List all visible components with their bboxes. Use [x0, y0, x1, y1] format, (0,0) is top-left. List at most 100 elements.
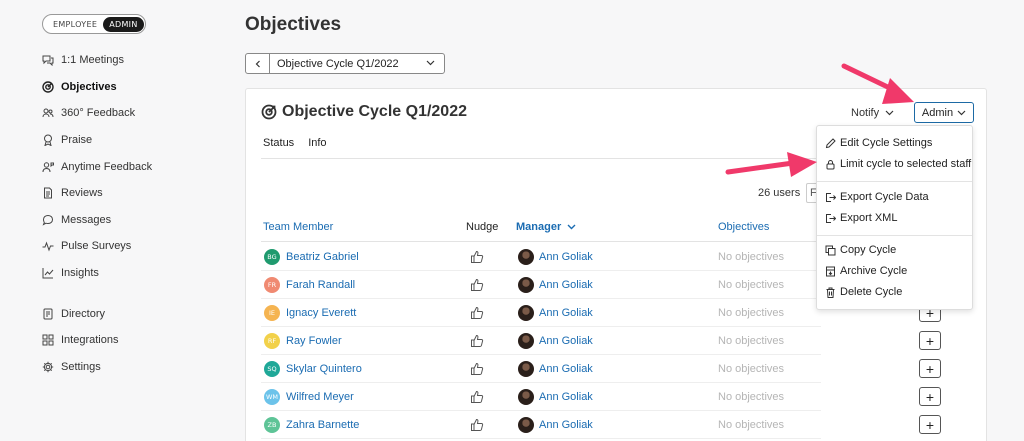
thumbs-up-icon[interactable]	[470, 278, 484, 292]
table-row: ZB Zahra Barnette Ann Goliak No objectives +	[246, 411, 988, 439]
manager-name[interactable]: Ann Goliak	[539, 363, 593, 375]
menu-divider	[817, 181, 972, 182]
sidebar-item-label: Directory	[61, 307, 106, 320]
objectives-status: No objectives	[718, 307, 785, 319]
sidebar-item-settings[interactable]: Settings	[42, 354, 152, 381]
column-header-manager[interactable]: Manager	[516, 221, 576, 233]
objectives-status: No objectives	[718, 391, 785, 403]
menu-item-label: Limit cycle to selected staff	[840, 158, 972, 170]
team-member-name[interactable]: Wilfred Meyer	[286, 391, 354, 403]
avatar: RF	[264, 333, 280, 349]
back-button[interactable]	[246, 54, 270, 73]
chevron-down-icon	[885, 110, 894, 116]
menu-item-edit-cycle-settings[interactable]: Edit Cycle Settings	[825, 137, 932, 149]
thumbs-up-icon[interactable]	[470, 418, 484, 432]
objectives-status: No objectives	[718, 419, 785, 431]
target-icon	[42, 81, 54, 93]
tab-status[interactable]: Status	[263, 137, 294, 149]
gear-icon	[42, 361, 54, 373]
card-title: Objective Cycle Q1/2022	[261, 103, 467, 121]
add-objective-button[interactable]: +	[919, 387, 941, 406]
avatar: SQ	[264, 361, 280, 377]
team-member-name[interactable]: Zahra Barnette	[286, 419, 359, 431]
sidebar-item-reviews[interactable]: Reviews	[42, 180, 152, 207]
menu-item-export-cycle-data[interactable]: Export Cycle Data	[825, 191, 929, 203]
sidebar-item-anytime-feedback[interactable]: Anytime Feedback	[42, 153, 152, 180]
manager-name[interactable]: Ann Goliak	[539, 279, 593, 291]
avatar: BG	[264, 249, 280, 265]
team-member-name[interactable]: Ignacy Everett	[286, 307, 356, 319]
chat-icon	[42, 214, 54, 226]
column-header-objectives[interactable]: Objectives	[718, 221, 769, 233]
meetings-icon	[42, 54, 54, 67]
sidebar-item-insights[interactable]: Insights	[42, 260, 152, 287]
sidebar-item-meetings[interactable]: 1:1 Meetings	[42, 47, 152, 74]
sidebar-item-integrations[interactable]: Integrations	[42, 327, 152, 354]
add-objective-button[interactable]: +	[919, 359, 941, 378]
admin-label: Admin	[921, 106, 954, 119]
manager-name[interactable]: Ann Goliak	[539, 419, 593, 431]
manager-name[interactable]: Ann Goliak	[539, 307, 593, 319]
avatar: FR	[264, 277, 280, 293]
manager-avatar	[518, 305, 534, 321]
tab-info[interactable]: Info	[308, 137, 326, 149]
sidebar-item-360-feedback[interactable]: 360° Feedback	[42, 100, 152, 127]
table-row: RF Ray Fowler Ann Goliak No objectives +	[246, 327, 988, 355]
team-member-name[interactable]: Beatriz Gabriel	[286, 251, 359, 263]
sidebar-item-label: Pulse Surveys	[61, 240, 132, 253]
card-tabs: Status Info	[263, 137, 327, 149]
menu-item-label: Export Cycle Data	[840, 191, 929, 203]
avatar: WM	[264, 389, 280, 405]
card-title-text: Objective Cycle Q1/2022	[282, 103, 467, 120]
document-icon	[42, 187, 54, 199]
menu-item-label: Edit Cycle Settings	[840, 137, 933, 149]
sidebar-item-messages[interactable]: Messages	[42, 207, 152, 234]
toggle-employee[interactable]: EMPLOYEE	[45, 20, 103, 29]
sidebar-item-directory[interactable]: Directory	[42, 300, 152, 327]
menu-item-delete-cycle[interactable]: Delete Cycle	[825, 286, 902, 298]
menu-item-export-xml[interactable]: Export XML	[825, 212, 897, 224]
thumbs-up-icon[interactable]	[470, 334, 484, 348]
cycle-selector[interactable]: Objective Cycle Q1/2022	[245, 53, 445, 74]
export-icon	[826, 192, 836, 202]
menu-divider	[817, 235, 972, 236]
sidebar-item-pulse-surveys[interactable]: Pulse Surveys	[42, 233, 152, 260]
grid-icon	[42, 334, 54, 346]
thumbs-up-icon[interactable]	[470, 390, 484, 404]
chevron-down-icon	[426, 58, 444, 69]
sidebar-nav: 1:1 Meetings Objectives 360° Feedback Pr…	[42, 47, 152, 380]
thumbs-up-icon[interactable]	[470, 362, 484, 376]
role-toggle[interactable]: EMPLOYEE ADMIN	[42, 14, 146, 34]
add-objective-button[interactable]: +	[919, 415, 941, 434]
manager-avatar	[518, 333, 534, 349]
objectives-status: No objectives	[718, 279, 785, 291]
manager-header-label: Manager	[516, 221, 562, 233]
manager-name[interactable]: Ann Goliak	[539, 251, 593, 263]
column-header-team-member[interactable]: Team Member	[263, 221, 333, 233]
pulse-icon	[42, 240, 54, 252]
sidebar-item-label: Objectives	[61, 80, 117, 93]
team-member-name[interactable]: Ray Fowler	[286, 335, 342, 347]
pencil-icon	[825, 137, 836, 148]
sidebar-item-objectives[interactable]: Objectives	[42, 74, 152, 101]
team-member-name[interactable]: Farah Randall	[286, 279, 355, 291]
chevron-left-icon	[255, 60, 260, 67]
lock-icon	[826, 159, 835, 169]
sidebar-item-label: Praise	[61, 134, 93, 147]
objectives-status: No objectives	[718, 335, 785, 347]
manager-avatar	[518, 389, 534, 405]
sidebar-item-praise[interactable]: Praise	[42, 127, 152, 154]
menu-item-archive-cycle[interactable]: Archive Cycle	[825, 265, 907, 277]
manager-name[interactable]: Ann Goliak	[539, 391, 593, 403]
objectives-status: No objectives	[718, 363, 785, 375]
admin-button[interactable]: Admin	[914, 102, 974, 123]
menu-item-limit-cycle[interactable]: Limit cycle to selected staff	[825, 158, 971, 170]
thumbs-up-icon[interactable]	[470, 250, 484, 264]
toggle-admin[interactable]: ADMIN	[103, 16, 144, 32]
team-member-name[interactable]: Skylar Quintero	[286, 363, 362, 375]
thumbs-up-icon[interactable]	[470, 306, 484, 320]
add-objective-button[interactable]: +	[919, 331, 941, 350]
manager-name[interactable]: Ann Goliak	[539, 335, 593, 347]
menu-item-copy-cycle[interactable]: Copy Cycle	[825, 244, 896, 256]
avatar: ZB	[264, 417, 280, 433]
